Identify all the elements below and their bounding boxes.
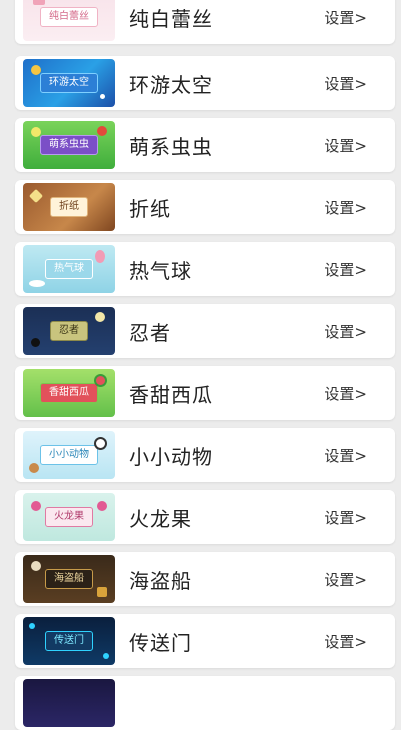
theme-name: 海盗船 xyxy=(129,568,192,593)
theme-row[interactable]: 海盗船 海盗船 设置> xyxy=(15,552,395,606)
bug-icon xyxy=(31,127,41,137)
ladybug-icon xyxy=(97,126,107,136)
theme-thumbnail-label: 折纸 xyxy=(50,197,88,217)
bear-icon xyxy=(29,463,39,473)
theme-name: 热气球 xyxy=(129,258,192,283)
lace-heart-icon xyxy=(33,0,45,5)
theme-settings-link[interactable]: 设置> xyxy=(324,383,367,404)
theme-thumbnail: 环游太空 xyxy=(23,59,115,107)
treasure-icon xyxy=(97,587,107,597)
theme-thumbnail-label: 香甜西瓜 xyxy=(40,383,98,403)
theme-thumbnail-label: 萌系虫虫 xyxy=(40,135,98,155)
theme-settings-link[interactable]: 设置> xyxy=(324,321,367,342)
theme-settings-link[interactable]: 设置> xyxy=(324,135,367,156)
theme-thumbnail-label: 传送门 xyxy=(45,631,93,651)
theme-name: 香甜西瓜 xyxy=(129,382,213,407)
theme-name: 小小动物 xyxy=(129,444,213,469)
theme-settings-link[interactable]: 设置> xyxy=(324,631,367,652)
theme-settings-link[interactable]: 设置> xyxy=(324,259,367,280)
theme-settings-link[interactable]: 设置> xyxy=(324,197,367,218)
theme-thumbnail xyxy=(23,679,115,727)
theme-thumbnail: 热气球 xyxy=(23,245,115,293)
theme-settings-link[interactable]: 设置> xyxy=(324,569,367,590)
skull-icon xyxy=(31,561,41,571)
theme-thumbnail: 香甜西瓜 xyxy=(23,369,115,417)
planet-icon xyxy=(31,65,41,75)
theme-name: 环游太空 xyxy=(129,72,213,97)
theme-row[interactable]: 香甜西瓜 香甜西瓜 设置> xyxy=(15,366,395,420)
theme-name: 纯白蕾丝 xyxy=(129,6,213,31)
theme-settings-link[interactable]: 设置> xyxy=(324,445,367,466)
dragonfruit-icon xyxy=(31,501,41,511)
cloud-icon xyxy=(29,280,45,287)
theme-thumbnail-label: 海盗船 xyxy=(45,569,93,589)
theme-row[interactable]: 传送门 传送门 设置> xyxy=(15,614,395,668)
paper-crane-icon xyxy=(28,188,44,204)
theme-thumbnail: 小小动物 xyxy=(23,431,115,479)
theme-name: 传送门 xyxy=(129,630,192,655)
moon-icon xyxy=(95,312,105,322)
portal-glow-icon xyxy=(29,623,35,629)
balloon-icon xyxy=(95,250,105,263)
theme-thumbnail-label: 纯白蕾丝 xyxy=(40,7,98,27)
panda-icon xyxy=(94,437,107,450)
theme-row[interactable]: 忍者 忍者 设置> xyxy=(15,304,395,358)
theme-thumbnail: 折纸 xyxy=(23,183,115,231)
theme-row[interactable]: 火龙果 火龙果 设置> xyxy=(15,490,395,544)
theme-thumbnail: 萌系虫虫 xyxy=(23,121,115,169)
theme-thumbnail-label: 热气球 xyxy=(45,259,93,279)
theme-thumbnail: 海盗船 xyxy=(23,555,115,603)
theme-row[interactable]: 萌系虫虫 萌系虫虫 设置> xyxy=(15,118,395,172)
theme-name: 火龙果 xyxy=(129,506,192,531)
theme-thumbnail: 忍者 xyxy=(23,307,115,355)
theme-thumbnail: 火龙果 xyxy=(23,493,115,541)
dragonfruit-icon xyxy=(97,501,107,511)
theme-row[interactable]: 纯白蕾丝 纯白蕾丝 设置> xyxy=(15,0,395,44)
theme-row[interactable]: 环游太空 环游太空 设置> xyxy=(15,56,395,110)
theme-row[interactable]: 折纸 折纸 设置> xyxy=(15,180,395,234)
theme-settings-link[interactable]: 设置> xyxy=(324,7,367,28)
theme-thumbnail-label: 环游太空 xyxy=(40,73,98,93)
theme-name: 折纸 xyxy=(129,196,171,221)
theme-settings-link[interactable]: 设置> xyxy=(324,73,367,94)
theme-name: 萌系虫虫 xyxy=(129,134,213,159)
theme-settings-link[interactable]: 设置> xyxy=(324,507,367,528)
theme-thumbnail-label: 小小动物 xyxy=(40,445,98,465)
watermelon-icon xyxy=(94,374,107,387)
ninja-icon xyxy=(31,338,40,347)
portal-glow-icon xyxy=(103,653,109,659)
star-icon xyxy=(100,94,105,99)
theme-thumbnail-label: 火龙果 xyxy=(45,507,93,527)
theme-thumbnail-label: 忍者 xyxy=(50,321,88,341)
theme-row[interactable]: 小小动物 小小动物 设置> xyxy=(15,428,395,482)
theme-name: 忍者 xyxy=(129,320,171,345)
theme-row[interactable]: 热气球 热气球 设置> xyxy=(15,242,395,296)
theme-thumbnail: 传送门 xyxy=(23,617,115,665)
theme-row-partial[interactable] xyxy=(15,676,395,730)
theme-thumbnail: 纯白蕾丝 xyxy=(23,0,115,41)
